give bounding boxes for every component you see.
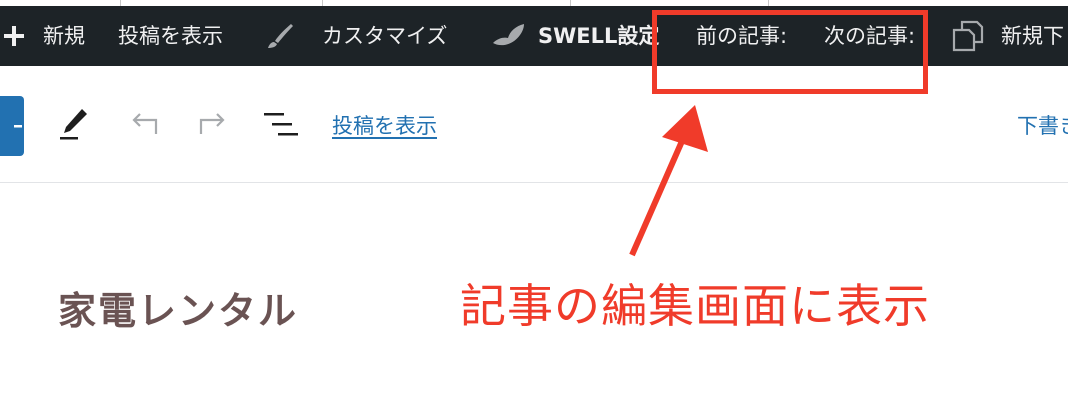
annotation-text: 記事の編集画面に表示 xyxy=(460,279,930,333)
annotation-arrow xyxy=(629,105,708,257)
